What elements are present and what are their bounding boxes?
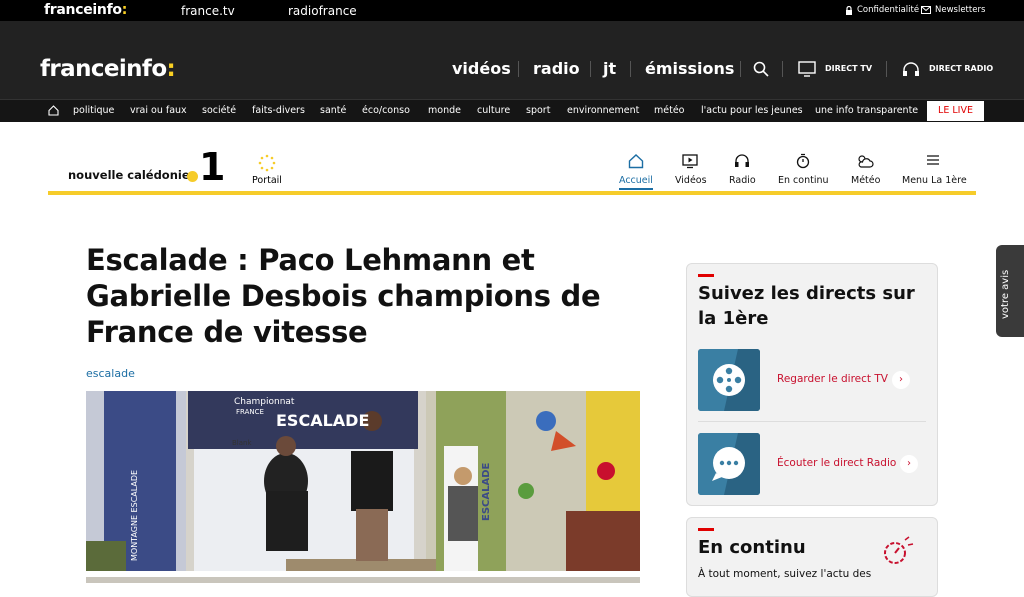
- subnav-societe[interactable]: société: [202, 105, 236, 116]
- subnav-politique[interactable]: politique: [73, 105, 114, 116]
- subnav-environnement[interactable]: environnement: [567, 105, 639, 116]
- main-header: franceinfo: vidéos radio jt émissions DI…: [0, 21, 1024, 99]
- stopwatch-icon[interactable]: [795, 153, 811, 169]
- direct-radio-link[interactable]: Écouter le direct Radio: [777, 457, 896, 469]
- subnav-eco-conso[interactable]: éco/conso: [362, 105, 410, 116]
- direct-tv-link[interactable]: Regarder le direct TV: [777, 373, 888, 385]
- tv-icon[interactable]: [798, 61, 816, 77]
- weather-icon[interactable]: [856, 153, 874, 169]
- next-image-edge: [86, 577, 640, 583]
- franceinfo-logo[interactable]: franceinfo:: [40, 56, 176, 82]
- confidentiality-link[interactable]: Confidentialité: [845, 5, 919, 15]
- banner-championnat: Championnat: [234, 397, 295, 407]
- card-accent-bar: [698, 528, 714, 531]
- nav-divider: [782, 61, 783, 77]
- card-divider: [698, 421, 926, 422]
- le-live-button[interactable]: LE LIVE: [927, 101, 984, 121]
- francetv-link[interactable]: france.tv: [181, 4, 235, 18]
- tab-meteo[interactable]: Météo: [851, 175, 880, 186]
- banner-escalade: ESCALADE: [276, 411, 370, 430]
- subnav-info-transparente[interactable]: une info transparente: [815, 105, 918, 116]
- card-accent-bar: [698, 274, 714, 277]
- sponsor-logo-text: Blank: [232, 439, 252, 447]
- hamburger-menu-icon[interactable]: [926, 153, 940, 167]
- feedback-tab[interactable]: votre avis: [996, 245, 1024, 337]
- side-banner-text: MONTAGNE ESCALADE: [130, 469, 139, 561]
- video-play-icon[interactable]: [682, 153, 698, 169]
- direct-radio-link[interactable]: DIRECT RADIO: [929, 64, 993, 73]
- direct-radio-thumbnail[interactable]: [698, 433, 760, 495]
- tab-accueil[interactable]: Accueil: [619, 175, 653, 190]
- article-title: Escalade : Paco Lehmann et Gabrielle Des…: [86, 243, 601, 349]
- home-icon[interactable]: [48, 105, 59, 116]
- headphones-icon[interactable]: [902, 61, 920, 77]
- lock-icon: [846, 5, 852, 15]
- chat-bubble-icon: [698, 433, 760, 495]
- newsletters-link[interactable]: Newsletters: [921, 5, 985, 15]
- article-photo[interactable]: Championnat FRANCE ESCALADE MONTAGNE ESC…: [86, 391, 640, 571]
- tab-videos[interactable]: Vidéos: [675, 175, 707, 186]
- card-text: À tout moment, suivez l'actu des: [698, 568, 872, 580]
- region-dot: [187, 171, 198, 182]
- top-bar: franceinfo: france.tv radiofrance Confid…: [0, 0, 1024, 21]
- nav-jt[interactable]: jt: [603, 59, 616, 78]
- radiofrance-link[interactable]: radiofrance: [288, 4, 357, 18]
- arrow-right-icon[interactable]: ›: [892, 371, 910, 389]
- tab-radio[interactable]: Radio: [729, 175, 756, 186]
- article-tag-link[interactable]: escalade: [86, 367, 135, 380]
- section-nav: politique vrai ou faux société faits-div…: [0, 99, 1024, 122]
- search-icon[interactable]: [753, 61, 769, 77]
- en-continu-card: En continu À tout moment, suivez l'actu …: [686, 517, 938, 597]
- nav-videos[interactable]: vidéos: [452, 59, 511, 78]
- subnav-actu-jeunes[interactable]: l'actu pour les jeunes: [701, 105, 803, 116]
- nav-emissions[interactable]: émissions: [645, 59, 734, 78]
- franceinfo-brand-link[interactable]: franceinfo:: [44, 2, 127, 18]
- subnav-monde[interactable]: monde: [428, 105, 461, 116]
- subnav-vrai-ou-faux[interactable]: vrai ou faux: [130, 105, 187, 116]
- sun-icon[interactable]: [258, 154, 276, 172]
- region-header: nouvelle calédonie 1 Portail Accueil Vid…: [48, 145, 976, 195]
- subnav-sport[interactable]: sport: [526, 105, 550, 116]
- nav-divider: [886, 61, 887, 77]
- card-title: En continu: [698, 537, 806, 558]
- film-reel-icon: [698, 349, 760, 411]
- banner-france: FRANCE: [236, 408, 264, 416]
- right-banner-text: ESCALADE: [481, 462, 492, 521]
- subnav-sante[interactable]: santé: [320, 105, 346, 116]
- home-icon[interactable]: [628, 153, 644, 169]
- nav-divider: [590, 61, 591, 77]
- direct-tv-link[interactable]: DIRECT TV: [825, 64, 872, 73]
- region-name[interactable]: nouvelle calédonie: [68, 168, 190, 182]
- card-title: Suivez les directs sur la 1ère: [698, 283, 915, 329]
- nav-radio[interactable]: radio: [533, 59, 580, 78]
- headphones-icon[interactable]: [734, 153, 750, 169]
- direct-tv-thumbnail[interactable]: [698, 349, 760, 411]
- subnav-meteo[interactable]: météo: [654, 105, 684, 116]
- mail-icon: [921, 6, 931, 14]
- nav-divider: [740, 61, 741, 77]
- region-logo-number[interactable]: 1: [199, 145, 225, 189]
- arrow-right-icon[interactable]: ›: [900, 455, 918, 473]
- tab-menu-la-1ere[interactable]: Menu La 1ère: [902, 175, 967, 186]
- nav-divider: [630, 61, 631, 77]
- stopwatch-red-icon: [884, 536, 914, 564]
- subnav-culture[interactable]: culture: [477, 105, 510, 116]
- live-directs-card: Suivez les directs sur la 1ère Regarder …: [686, 263, 938, 506]
- nav-divider: [518, 61, 519, 77]
- subnav-faits-divers[interactable]: faits-divers: [252, 105, 305, 116]
- tab-en-continu[interactable]: En continu: [778, 175, 829, 186]
- portail-link[interactable]: Portail: [252, 175, 282, 186]
